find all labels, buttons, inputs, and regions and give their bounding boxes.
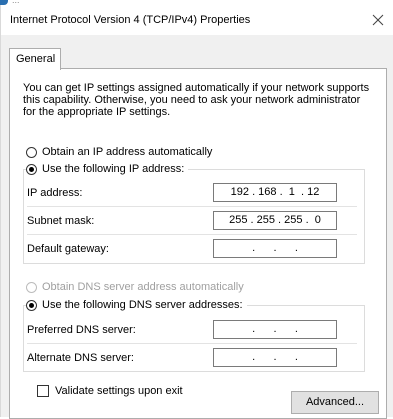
radio-dns-manual[interactable]: Use the following DNS server addresses: xyxy=(26,297,247,313)
properties-dialog: Internet Protocol Version 4 (TCP/IPv4) P… xyxy=(0,5,393,419)
tab-general[interactable]: General xyxy=(9,48,61,70)
description-text: You can get IP settings assigned automat… xyxy=(23,82,370,118)
validate-settings-checkbox-row[interactable]: Validate settings upon exit xyxy=(37,385,183,397)
preferred-dns-input[interactable]: . . . xyxy=(213,320,337,339)
radio-dns-manual-label: Use the following DNS server addresses: xyxy=(42,299,243,311)
title-bar: Internet Protocol Version 4 (TCP/IPv4) P… xyxy=(1,5,393,35)
divider xyxy=(27,206,357,207)
ip-address-row: IP address: 192 . 168 . 1 . 12 xyxy=(27,183,357,203)
radio-ip-manual[interactable]: Use the following IP address: xyxy=(26,161,189,177)
general-panel: You can get IP settings assigned automat… xyxy=(9,68,387,419)
tab-general-label: General xyxy=(16,53,56,65)
divider xyxy=(27,343,357,344)
alternate-dns-input[interactable]: . . . xyxy=(213,348,337,367)
preferred-dns-label: Preferred DNS server: xyxy=(27,324,136,336)
validate-settings-checkbox[interactable] xyxy=(37,385,49,397)
radio-ip-auto-label: Obtain an IP address automatically xyxy=(42,146,213,158)
preferred-dns-row: Preferred DNS server: . . . xyxy=(27,320,357,340)
radio-ip-auto[interactable]: Obtain an IP address automatically xyxy=(26,144,212,160)
default-gateway-label: Default gateway: xyxy=(27,243,109,255)
window-title: Internet Protocol Version 4 (TCP/IPv4) P… xyxy=(10,14,251,26)
default-gateway-row: Default gateway: . . . xyxy=(27,239,357,259)
ip-address-input[interactable]: 192 . 168 . 1 . 12 xyxy=(213,183,337,202)
alternate-dns-row: Alternate DNS server: . . . xyxy=(27,348,357,368)
subnet-mask-row: Subnet mask: 255 . 255 . 255 . 0 xyxy=(27,211,357,231)
radio-dns-manual-circle[interactable] xyxy=(26,299,37,311)
close-icon xyxy=(372,14,384,26)
default-gateway-input[interactable]: . . . xyxy=(213,239,337,258)
alternate-dns-label: Alternate DNS server: xyxy=(27,352,134,364)
divider xyxy=(27,234,357,235)
radio-dns-auto-circle[interactable] xyxy=(26,281,37,293)
radio-ip-manual-circle[interactable] xyxy=(26,163,37,175)
radio-ip-manual-label: Use the following IP address: xyxy=(42,163,185,175)
radio-ip-auto-circle[interactable] xyxy=(26,146,37,158)
radio-dns-auto-label: Obtain DNS server address automatically xyxy=(42,281,244,293)
radio-dns-auto[interactable]: Obtain DNS server address automatically xyxy=(26,279,244,295)
subnet-mask-label: Subnet mask: xyxy=(27,215,95,227)
advanced-button[interactable]: Advanced... xyxy=(291,391,379,414)
close-button[interactable] xyxy=(368,10,388,30)
validate-settings-label: Validate settings upon exit xyxy=(55,385,183,397)
ip-address-label: IP address: xyxy=(27,187,83,199)
subnet-mask-input[interactable]: 255 . 255 . 255 . 0 xyxy=(213,211,337,230)
